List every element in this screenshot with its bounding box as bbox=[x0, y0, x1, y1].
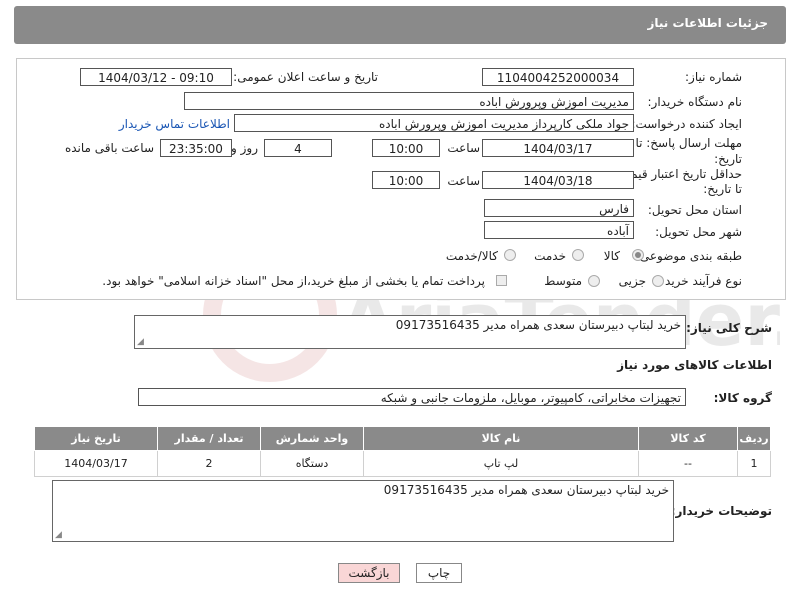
print-button[interactable]: چاپ bbox=[416, 563, 462, 583]
back-button[interactable]: بازگشت bbox=[338, 563, 400, 583]
buyer-notes-label: توضیحات خریدار: bbox=[670, 504, 772, 518]
buyer-org-field: مدیریت اموزش وپرورش اباده bbox=[184, 92, 634, 110]
price-validity-label-1: حداقل تاریخ اعتبار قیمت: bbox=[615, 167, 742, 181]
announce-label: تاریخ و ساعت اعلان عمومی: bbox=[233, 70, 378, 84]
goods-section-title: اطلاعات کالاهای مورد نیاز bbox=[617, 358, 772, 372]
goods-group-field: تجهیزات مخابراتی، کامپیوتر، موبایل، ملزو… bbox=[138, 388, 686, 406]
buyer-contact-link[interactable]: اطلاعات تماس خریدار bbox=[119, 117, 230, 131]
col-header-date: تاریخ نیاز bbox=[34, 426, 158, 451]
province-label: استان محل تحویل: bbox=[647, 203, 742, 217]
deadline-days-field: 4 bbox=[264, 139, 332, 157]
col-header-code: کد کالا bbox=[638, 426, 738, 451]
province-field: فارس bbox=[484, 199, 634, 217]
resize-grip-icon[interactable]: ◢ bbox=[55, 530, 62, 540]
summary-textarea: خرید لبتاپ دبیرستان سعدی همراه مدیر 0917… bbox=[134, 315, 686, 349]
header-bar: جزئیات اطلاعات نیاز bbox=[14, 6, 786, 44]
need-number-field: 1104004252000034 bbox=[482, 68, 634, 86]
col-header-row-number: ردیف bbox=[737, 426, 771, 451]
process-option-minor: جزیی bbox=[618, 274, 646, 288]
goods-group-label: گروه کالا: bbox=[713, 391, 772, 405]
announce-field: 1404/03/12 - 09:10 bbox=[80, 68, 232, 86]
summary-text: خرید لبتاپ دبیرستان سعدی همراه مدیر 0917… bbox=[395, 318, 681, 332]
price-validity-time-label: ساعت bbox=[447, 174, 480, 188]
cell-unit: دستگاه bbox=[260, 450, 364, 477]
cell-code: -- bbox=[638, 450, 738, 477]
remaining-time-label: ساعت باقی مانده bbox=[64, 141, 154, 155]
col-header-unit: واحد شمارش bbox=[260, 426, 364, 451]
process-radio-medium[interactable] bbox=[588, 275, 600, 287]
buyer-notes-text: خرید لبتاپ دبیرستان سعدی همراه مدیر 0917… bbox=[383, 483, 669, 497]
treasury-payment-note: پرداخت تمام یا بخشی از مبلغ خرید،از محل … bbox=[102, 274, 485, 288]
buyer-org-label: نام دستگاه خریدار: bbox=[647, 95, 743, 109]
process-label: نوع فرآیند خرید : bbox=[657, 274, 742, 288]
category-option-goods-service: کالا/خدمت bbox=[445, 249, 498, 263]
category-option-goods: کالا bbox=[603, 249, 620, 263]
requester-label: ایجاد کننده درخواست: bbox=[631, 117, 742, 131]
deadline-label-2: تاریخ: bbox=[714, 152, 742, 166]
need-number-label: شماره نیاز: bbox=[685, 70, 742, 84]
process-radio-minor[interactable] bbox=[652, 275, 664, 287]
deadline-days-label: روز و bbox=[231, 141, 258, 155]
deadline-time-label: ساعت bbox=[447, 141, 480, 155]
deadline-time-field: 10:00 bbox=[372, 139, 440, 157]
buyer-notes-textarea: خرید لبتاپ دبیرستان سعدی همراه مدیر 0917… bbox=[52, 480, 674, 542]
remaining-time-field: 23:35:00 bbox=[160, 139, 232, 157]
cell-date: 1404/03/17 bbox=[34, 450, 158, 477]
category-radio-service[interactable] bbox=[572, 249, 584, 261]
price-validity-label-2: تا تاریخ: bbox=[703, 182, 742, 196]
cell-row-number: 1 bbox=[737, 450, 771, 477]
city-field: آباده bbox=[484, 221, 634, 239]
category-radio-goods[interactable] bbox=[632, 249, 644, 261]
requester-field: جواد ملکی کارپرداز مدیریت اموزش وپرورش ا… bbox=[234, 114, 634, 132]
col-header-quantity: تعداد / مقدار bbox=[157, 426, 261, 451]
table-header-row: ردیف کد کالا نام کالا واحد شمارش تعداد /… bbox=[34, 426, 771, 451]
items-table: ردیف کد کالا نام کالا واحد شمارش تعداد /… bbox=[34, 426, 771, 477]
cell-name: لپ تاپ bbox=[363, 450, 639, 477]
deadline-label-1: مهلت ارسال پاسخ: تا bbox=[635, 136, 742, 150]
cell-quantity: 2 bbox=[157, 450, 261, 477]
category-option-service: خدمت bbox=[534, 249, 566, 263]
treasury-payment-checkbox[interactable] bbox=[496, 275, 507, 286]
city-label: شهر محل تحویل: bbox=[655, 225, 742, 239]
resize-grip-icon[interactable]: ◢ bbox=[137, 337, 144, 347]
price-validity-time-field: 10:00 bbox=[372, 171, 440, 189]
page-title: جزئیات اطلاعات نیاز bbox=[647, 16, 768, 30]
deadline-date-field: 1404/03/17 bbox=[482, 139, 634, 157]
category-label: طبقه بندی موضوعی: bbox=[635, 249, 742, 263]
process-option-medium: متوسط bbox=[544, 274, 582, 288]
table-row: 1 -- لپ تاپ دستگاه 2 1404/03/17 bbox=[34, 450, 771, 477]
price-validity-date-field: 1404/03/18 bbox=[482, 171, 634, 189]
category-radio-goods-service[interactable] bbox=[504, 249, 516, 261]
col-header-name: نام کالا bbox=[363, 426, 639, 451]
summary-label: شرح کلی نیاز: bbox=[686, 321, 772, 335]
